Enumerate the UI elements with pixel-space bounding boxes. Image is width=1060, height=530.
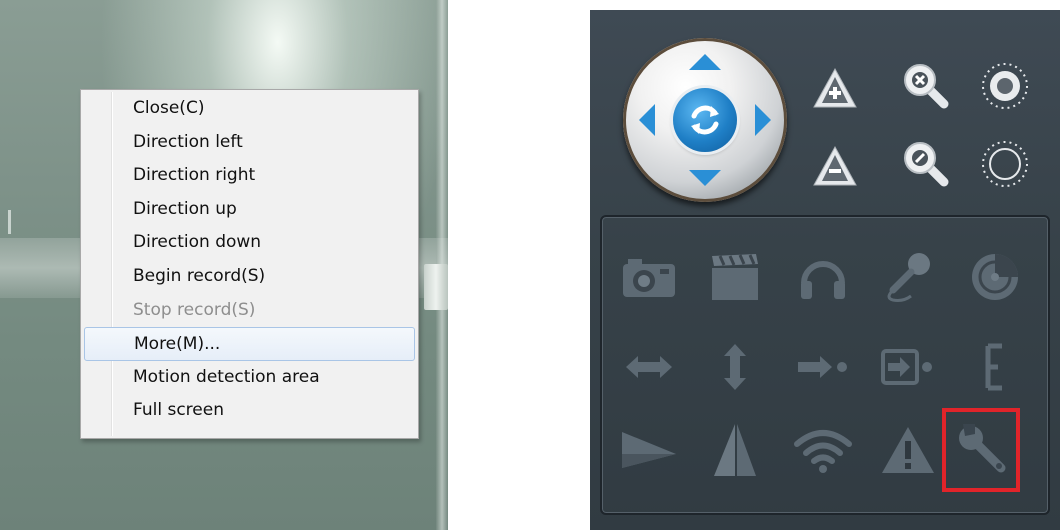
focus-plus-button[interactable] (805, 58, 865, 118)
preset-goto-button[interactable] (788, 332, 858, 402)
zoom-in-button[interactable] (896, 56, 956, 116)
focus-plus-icon (813, 67, 857, 108)
auto-rotate-button[interactable] (673, 88, 737, 152)
flip-button[interactable] (700, 415, 770, 485)
context-menu: Close(C) Direction left Direction right … (80, 89, 419, 439)
radar-button[interactable] (960, 242, 1030, 312)
talk-button[interactable] (873, 242, 943, 312)
preset-set-button[interactable] (873, 332, 943, 402)
audio-listen-button[interactable] (788, 242, 858, 312)
light-button[interactable] (960, 332, 1030, 402)
vertical-scan-icon (724, 344, 746, 390)
menu-item-stop-record: Stop record(S) (133, 299, 256, 320)
pan-down-arrow-icon[interactable] (689, 170, 721, 186)
wifi-button[interactable] (788, 415, 858, 485)
alarm-button[interactable] (873, 415, 943, 485)
snapshot-button[interactable] (614, 242, 684, 312)
background-bracket (424, 264, 448, 310)
background-mark (8, 210, 11, 234)
preset-set-icon (881, 349, 932, 385)
menu-item-direction-right[interactable]: Direction right (81, 159, 418, 193)
menu-item-direction-left[interactable]: Direction left (81, 126, 418, 160)
light-icon (985, 343, 1002, 391)
microphone-icon (887, 253, 930, 302)
flip-vertical-icon (714, 424, 756, 476)
horizontal-scan-button[interactable] (614, 332, 684, 402)
menu-item-begin-record[interactable]: Begin record(S) (81, 260, 418, 294)
zoom-in-icon (904, 64, 949, 109)
focus-minus-button[interactable] (805, 136, 865, 196)
radar-icon (972, 254, 1018, 300)
refresh-icon (691, 105, 719, 135)
pan-right-arrow-icon[interactable] (755, 104, 771, 136)
menu-item-motion-detection-area[interactable]: Motion detection area (81, 361, 418, 395)
headphones-icon (801, 261, 845, 299)
zoom-out-icon (904, 142, 949, 187)
camera-icon (623, 259, 675, 297)
video-record-icon (712, 254, 758, 300)
ptz-control-panel (590, 10, 1060, 530)
focus-minus-icon (813, 145, 857, 186)
menu-item-direction-up[interactable]: Direction up (81, 193, 418, 227)
horizontal-scan-icon (626, 356, 672, 378)
preset-goto-icon (798, 356, 847, 378)
mirror-horizontal-icon (622, 432, 676, 468)
menu-item-full-screen[interactable]: Full screen (81, 394, 418, 428)
record-button[interactable] (700, 242, 770, 312)
wifi-icon (794, 430, 852, 473)
video-view[interactable]: Close(C) Direction left Direction right … (0, 0, 448, 530)
alarm-warning-icon (882, 427, 934, 473)
iris-open-button[interactable] (975, 56, 1035, 116)
pan-up-arrow-icon[interactable] (689, 54, 721, 70)
menu-item-close[interactable]: Close(C) (81, 92, 418, 126)
menu-item-direction-down[interactable]: Direction down (81, 226, 418, 260)
zoom-out-button[interactable] (896, 134, 956, 194)
mirror-button[interactable] (614, 415, 684, 485)
vertical-scan-button[interactable] (700, 332, 770, 402)
menu-item-more[interactable]: More(M)... (84, 327, 415, 361)
iris-open-icon (982, 63, 1028, 109)
highlight-box (942, 408, 1020, 492)
ptz-joystick[interactable] (623, 38, 787, 202)
iris-close-icon (982, 141, 1028, 187)
iris-close-button[interactable] (975, 134, 1035, 194)
pan-left-arrow-icon[interactable] (639, 104, 655, 136)
